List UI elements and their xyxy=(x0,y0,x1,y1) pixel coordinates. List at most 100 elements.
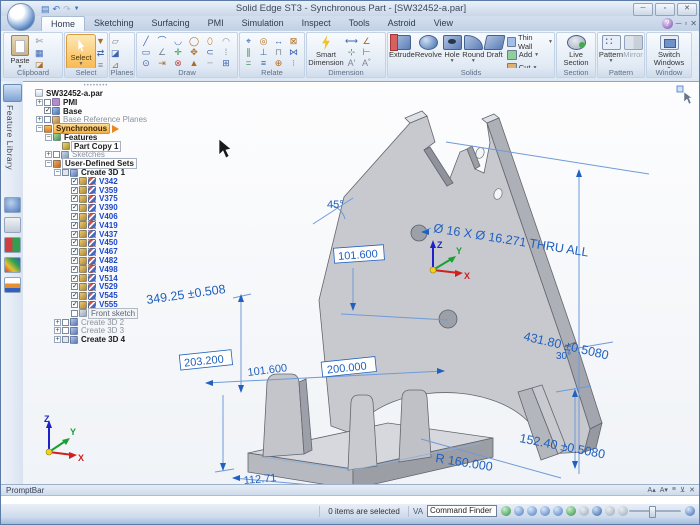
cut-icon[interactable]: ✄ xyxy=(35,36,44,46)
zoom-area-icon[interactable] xyxy=(514,506,524,516)
symmetric-dim-icon[interactable]: ⊢ xyxy=(359,47,374,58)
tree-item-v450[interactable]: ✓V450 xyxy=(25,239,167,248)
tree-item-sw32452-a-par[interactable]: SW32452-a.par xyxy=(25,89,167,98)
tree-item-v467[interactable]: ✓V467 xyxy=(25,247,167,256)
zoom-in-icon[interactable] xyxy=(685,506,695,516)
pan-icon[interactable] xyxy=(553,506,563,516)
zoom-slider-thumb[interactable] xyxy=(649,506,656,518)
tree-item-v529[interactable]: ✓V529 xyxy=(25,283,167,292)
minimize-button[interactable]: ─ xyxy=(633,3,653,16)
tree-item-pmi[interactable]: +PMI xyxy=(25,98,167,107)
lock-relate-icon[interactable]: ⊠ xyxy=(286,36,301,47)
tree-item-part-copy-1[interactable]: Part Copy 1 xyxy=(25,142,167,151)
fit-icon[interactable] xyxy=(540,506,550,516)
rectangle-icon[interactable]: ▭ xyxy=(138,47,154,58)
tree-item-v359[interactable]: ✓V359 xyxy=(25,186,167,195)
undo-icon[interactable]: ↶ xyxy=(53,3,61,15)
parallel-icon[interactable]: ∥ xyxy=(241,47,256,58)
point-icon[interactable]: ✛ xyxy=(170,47,186,58)
tree-item-create-3d-3[interactable]: +Create 3D 3 xyxy=(25,327,167,336)
rendering-icon[interactable] xyxy=(4,257,21,273)
tree-item-v390[interactable]: ✓V390 xyxy=(25,203,167,212)
perpendicular-icon[interactable]: ⊥ xyxy=(256,47,271,58)
feature-library-tab[interactable]: Feature Library xyxy=(5,105,15,170)
angle-between-icon[interactable]: ∠ xyxy=(359,36,374,47)
coincident-plane-icon[interactable]: ▱ xyxy=(111,36,120,46)
angled-plane-icon[interactable]: ◪ xyxy=(111,48,120,58)
coordinate-dim-icon[interactable]: ⊹ xyxy=(344,47,359,58)
tree-item-v375[interactable]: ✓V375 xyxy=(25,195,167,204)
tree-item-front-sketch[interactable]: Front sketch xyxy=(25,309,167,318)
tree-item-v498[interactable]: ✓V498 xyxy=(25,265,167,274)
redo-icon[interactable]: ↷ xyxy=(63,3,71,15)
promptbar-menu-icon[interactable]: ≡ xyxy=(672,486,676,494)
arc-icon[interactable]: ⌒ xyxy=(154,36,170,47)
tree-item-v406[interactable]: ✓V406 xyxy=(25,212,167,221)
mirror-button[interactable]: Mirror xyxy=(623,34,643,59)
application-button[interactable] xyxy=(7,3,35,31)
tree-item-synchronous[interactable]: −Synchronous xyxy=(25,124,167,133)
tree-item-create-3d-1[interactable]: −Create 3D 1 xyxy=(25,168,167,177)
select-options-icon[interactable]: ▼ xyxy=(96,36,105,46)
tree-item-create-3d-2[interactable]: +Create 3D 2 xyxy=(25,318,167,327)
common-views-icon[interactable] xyxy=(579,506,589,516)
tangent-icon[interactable]: ⊓ xyxy=(271,47,286,58)
zoom-icon[interactable] xyxy=(527,506,537,516)
dim-30deg[interactable]: 30° xyxy=(556,351,571,362)
tab-astroid[interactable]: Astroid xyxy=(379,16,425,31)
extrude-button[interactable]: Extrude xyxy=(389,34,415,59)
engineering-reference-icon[interactable] xyxy=(4,277,21,293)
doc-restore-button[interactable]: ▫ xyxy=(684,18,687,29)
horizontal-icon[interactable]: ↔ xyxy=(271,36,286,47)
command-finder-input[interactable]: Command Finder xyxy=(427,505,497,517)
smart-dimension-button[interactable]: Smart Dimension xyxy=(308,34,344,67)
tab-surfacing[interactable]: Surfacing xyxy=(143,16,199,31)
part-body[interactable] xyxy=(248,111,602,485)
add-button[interactable]: Add▼ xyxy=(507,49,553,60)
help-icon[interactable]: ? xyxy=(662,18,673,29)
dim-203-200[interactable]: 203.200 xyxy=(179,350,232,370)
tab-sketching[interactable]: Sketching xyxy=(85,16,143,31)
promptbar-close-icon[interactable]: ✕ xyxy=(689,486,695,494)
font-decrease-icon[interactable]: A▾ xyxy=(660,486,668,494)
offset-icon[interactable]: ⊂ xyxy=(202,47,218,58)
circle-icon[interactable]: ◯ xyxy=(186,36,202,47)
switch-windows-button[interactable]: Switch Windows▼ xyxy=(649,34,689,71)
tab-tools[interactable]: Tools xyxy=(340,16,379,31)
view-styles-icon[interactable] xyxy=(592,506,602,516)
move-icon[interactable]: ✥ xyxy=(186,47,202,58)
hole-button[interactable]: Hole▼ xyxy=(442,34,462,63)
tree-item-v419[interactable]: ✓V419 xyxy=(25,221,167,230)
font-increase-icon[interactable]: A▴ xyxy=(648,486,656,494)
tree-item-v437[interactable]: ✓V437 xyxy=(25,230,167,239)
paste-button[interactable]: Paste▼ xyxy=(5,34,35,69)
chamfer-icon[interactable]: ∠ xyxy=(154,47,170,58)
round-button[interactable]: Round▼ xyxy=(462,34,484,63)
connect-icon[interactable]: ⌖ xyxy=(241,36,256,47)
tree-item-v482[interactable]: ✓V482 xyxy=(25,256,167,265)
tab-view[interactable]: View xyxy=(425,16,462,31)
select-button[interactable]: Select▼ xyxy=(66,34,96,70)
tree-item-base[interactable]: ✓Base xyxy=(25,107,167,116)
rotate-icon[interactable] xyxy=(566,506,576,516)
thin-wall-button[interactable]: Thin Wall▼ xyxy=(507,36,553,47)
qat-dropdown-icon[interactable]: ▼ xyxy=(74,3,80,15)
copy-icon[interactable]: ▦ xyxy=(35,48,44,58)
symmetric-icon[interactable]: ⋈ xyxy=(286,47,301,58)
tree-item-v342[interactable]: ✓V342 xyxy=(25,177,167,186)
tree-item-create-3d-4[interactable]: +Create 3D 4 xyxy=(25,335,167,344)
refresh-icon[interactable] xyxy=(501,506,511,516)
dim-101-600-top[interactable]: 101.600 xyxy=(334,245,385,263)
layers-icon[interactable] xyxy=(4,217,21,233)
pattern-button[interactable]: Pattern▼ xyxy=(599,34,623,63)
zoom-out-icon[interactable] xyxy=(618,506,628,516)
tab-simulation[interactable]: Simulation xyxy=(233,16,293,31)
close-button[interactable]: ✕ xyxy=(677,3,697,16)
line-icon[interactable]: ╱ xyxy=(138,36,154,47)
tab-pmi[interactable]: PMI xyxy=(199,16,233,31)
distance-between-icon[interactable]: ⟷ xyxy=(344,36,359,47)
live-section-button[interactable]: Live Section xyxy=(559,34,593,67)
maximize-button[interactable]: ▫ xyxy=(655,3,675,16)
tree-item-user-defined-sets[interactable]: −User-Defined Sets xyxy=(25,159,167,168)
save-icon[interactable]: ▤ xyxy=(41,3,50,15)
